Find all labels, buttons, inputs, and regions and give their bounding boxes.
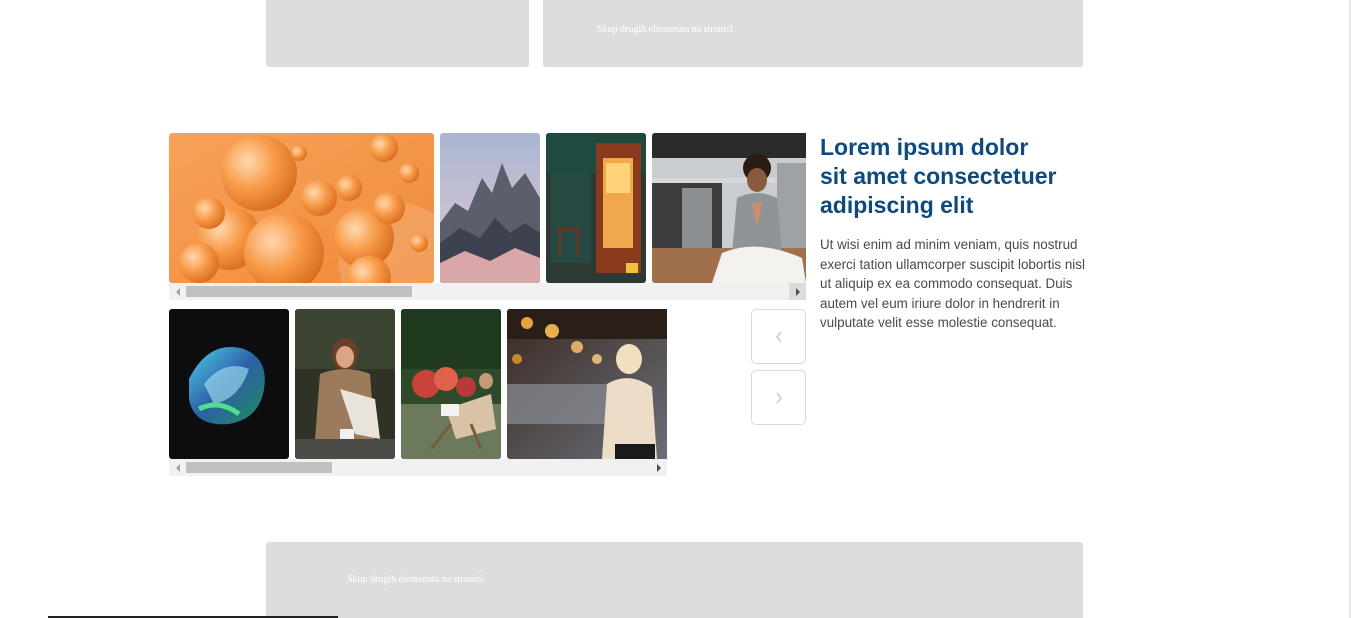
woman-reading-garden-image (401, 309, 501, 459)
gallery-image-woman-reading-garden[interactable] (401, 309, 501, 459)
title-line: Lorem ipsum dolor (820, 134, 1029, 160)
bottom-placeholder: Skup drugih elemenata na stranici. (266, 542, 1083, 618)
woman-bokeh-lights-image (507, 309, 667, 459)
placeholder-label: Skup drugih elemenata na stranici. (347, 574, 486, 585)
next-button[interactable] (751, 370, 806, 425)
article-body: Ut wisi enim ad minim veniam, quis nostr… (820, 235, 1085, 333)
scrollbar-thumb[interactable] (186, 462, 332, 473)
body-line: vulputate velit esse molestie consequat. (820, 315, 1057, 330)
title-line: adipiscing elit (820, 192, 974, 218)
gallery-image-abstract-3d-shape[interactable] (169, 309, 289, 459)
body-line: Ut wisi enim ad minim veniam, quis nostr… (820, 237, 1078, 252)
chevron-left-icon (775, 330, 782, 343)
scroll-right-icon[interactable] (650, 459, 667, 476)
woman-sitting-portrait-image (295, 309, 395, 459)
gallery-image-orange-spheres[interactable] (169, 133, 434, 283)
row2-horizontal-scrollbar[interactable] (169, 459, 667, 476)
body-line: autem vel eum iriure dolor in hendrerit … (820, 295, 1060, 311)
scroll-right-icon[interactable] (789, 283, 806, 300)
cafe-interior-image (546, 133, 646, 283)
mountain-peaks-image (440, 133, 540, 283)
orange-spheres-image (169, 133, 434, 283)
prev-button[interactable] (751, 309, 806, 364)
scrollbar-thumb[interactable] (186, 286, 412, 297)
placeholder-label: Skup drugih elemenata na stranici (597, 24, 734, 35)
body-line: ut aliquip ex ea commodo consequat. Duis (820, 276, 1073, 291)
woman-meditating-image (652, 133, 806, 283)
gallery-image-mountain-peaks[interactable] (440, 133, 540, 283)
scroll-left-icon[interactable] (169, 283, 186, 300)
gallery-image-woman-sitting-portrait[interactable] (295, 309, 395, 459)
gallery-image-woman-meditating[interactable] (652, 133, 806, 283)
article-title: Lorem ipsum dolor sit amet consectetuer … (820, 133, 1090, 220)
body-line: exerci tation ullamcorper suscipit lobor… (820, 256, 1085, 272)
scroll-left-icon[interactable] (169, 459, 186, 476)
chevron-right-icon (775, 391, 782, 404)
title-line: sit amet consectetuer (820, 163, 1057, 189)
gallery-image-woman-bokeh-lights[interactable] (507, 309, 667, 459)
top-left-placeholder (266, 0, 529, 67)
abstract-3d-shape-image (169, 309, 289, 459)
row1-horizontal-scrollbar[interactable] (169, 283, 806, 300)
top-right-placeholder: Skup drugih elemenata na stranici (543, 0, 1083, 67)
gallery-image-cafe-interior[interactable] (546, 133, 646, 283)
